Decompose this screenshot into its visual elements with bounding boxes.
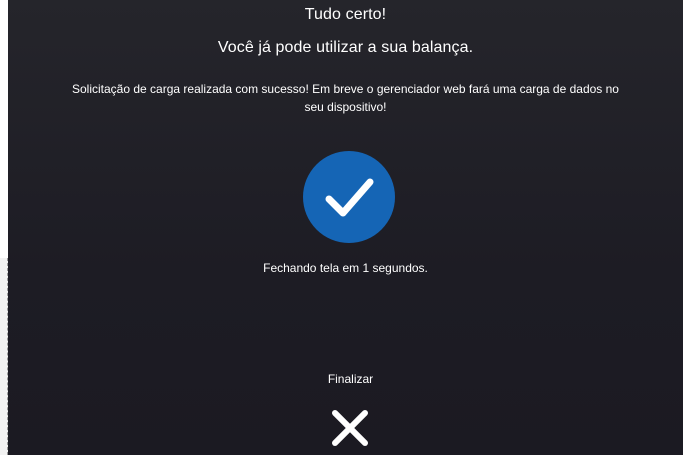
left-edge-strip [0,258,8,455]
success-message: Solicitação de carga realizada com suces… [72,82,619,114]
countdown-text: Fechando tela em 1 segundos. [263,261,428,275]
page-title: Tudo certo! [304,6,387,23]
finish-button[interactable] [328,408,372,448]
success-badge [303,151,395,243]
page-subtitle: Você já pode utilizar a sua balança. [217,39,474,56]
finish-label: Finalizar [327,372,374,386]
checkmark-icon [325,178,374,217]
close-icon [332,410,368,446]
success-screen: Tudo certo! Você já pode utilizar a sua … [8,0,683,455]
